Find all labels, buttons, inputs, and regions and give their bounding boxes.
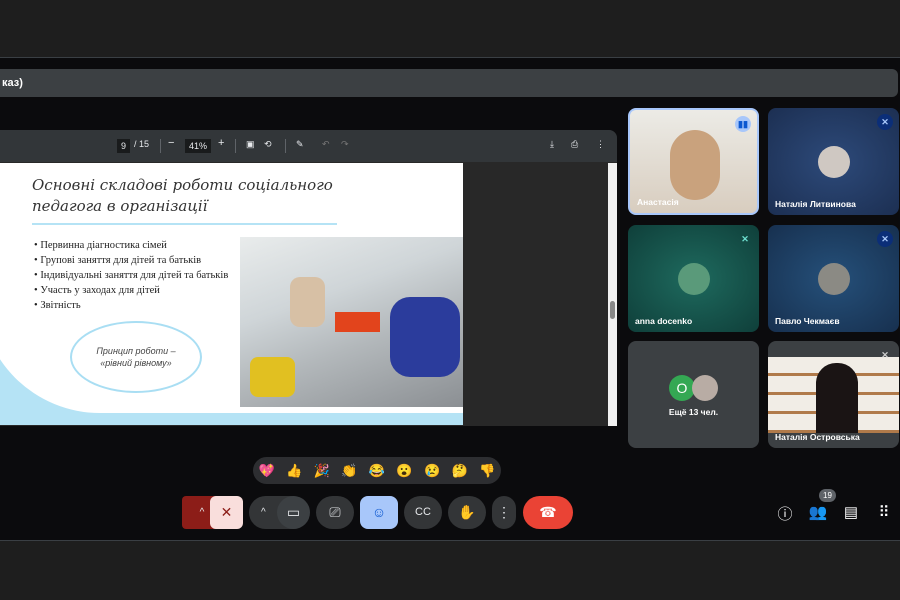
participant-name: Наталія Островська [775, 432, 860, 442]
mic-off-icon: ✕ [881, 350, 889, 360]
emoji-button[interactable]: ☺ [360, 496, 398, 529]
zoom-in-button[interactable]: + [218, 137, 224, 149]
reaction-sad[interactable]: 😢 [424, 463, 440, 479]
reaction-thumbs-down[interactable]: 👎 [479, 463, 495, 479]
redo-icon[interactable]: ↷ [341, 139, 349, 150]
participant-name: Павло Чекмаєв [775, 316, 840, 326]
download-icon[interactable]: ⤓ [550, 139, 554, 150]
video-person [816, 363, 858, 433]
page-input[interactable]: 9 [117, 139, 131, 153]
reaction-laugh[interactable]: 😂 [369, 463, 385, 479]
oval-text: Принцип роботи – [96, 346, 176, 356]
others-count: Ещё 13 чел. [668, 407, 719, 417]
reaction-thinking[interactable]: 🤔 [452, 463, 468, 479]
pdf-viewer: 9 / 15 − 41% + ▣ ⟲ ✎ ↶ ↷ ⤓ ⎙ ⋮ Основні с… [0, 130, 617, 426]
reaction-surprised[interactable]: 😮 [396, 463, 412, 479]
chat-icon[interactable]: ▤ [841, 503, 861, 521]
reaction-clap[interactable]: 👏 [341, 463, 357, 479]
presentation-title: каз) [0, 69, 898, 97]
bullet-item: Групові заняття для дітей та батьків [34, 253, 228, 268]
participant-tile[interactable]: ▮▮ Анастасія [628, 108, 759, 215]
people-icon[interactable]: 👥 [808, 503, 828, 521]
more-icon[interactable]: ⋮ [596, 139, 605, 150]
reaction-thumbs-up[interactable]: 👍 [286, 463, 302, 479]
participant-name: anna docenko [635, 316, 693, 326]
participant-tile[interactable]: ✕ Наталія Островська [768, 341, 899, 448]
slide: Основні складові роботи соціального педаг… [0, 163, 463, 425]
slide-title: Основні складові роботи соціального педаг… [32, 175, 333, 217]
annotate-icon[interactable]: ✎ [296, 139, 304, 150]
avatar [817, 262, 850, 295]
pdf-toolbar: 9 / 15 − 41% + ▣ ⟲ ✎ ↶ ↷ ⤓ ⎙ ⋮ [0, 130, 617, 162]
participant-name: Наталія Литвинова [775, 199, 856, 209]
page-total: / 15 [134, 139, 150, 149]
reaction-heart[interactable]: 💖 [259, 463, 275, 479]
participant-tile[interactable]: ✕ anna docenko [628, 225, 759, 332]
zoom-input[interactable]: 41% [185, 139, 212, 153]
camera-button[interactable]: ▭ [277, 496, 310, 529]
title-line: педагога в організації [32, 197, 208, 215]
print-icon[interactable]: ⎙ [571, 139, 578, 150]
divider [160, 139, 161, 153]
participant-tile[interactable]: ✕ Павло Чекмаєв [768, 225, 899, 332]
end-call-button[interactable]: ☎ [523, 496, 573, 529]
participant-name: Анастасія [637, 197, 679, 207]
participant-count-badge: 19 [819, 489, 836, 502]
avatar [692, 375, 718, 401]
bullet-item: Первинна діагностика сімей [34, 238, 228, 253]
info-icon[interactable]: ⓘ [775, 503, 795, 524]
more-options-button[interactable]: ⋮ [492, 496, 516, 529]
scrollbar[interactable] [608, 163, 617, 426]
rotate-icon[interactable]: ⟲ [264, 139, 272, 150]
speaking-icon: ▮▮ [735, 116, 751, 132]
participant-tile[interactable]: ✕ Наталія Литвинова [768, 108, 899, 215]
present-button[interactable]: ⎚ [316, 496, 354, 529]
undo-icon[interactable]: ↶ [322, 139, 330, 150]
bullet-item: Участь у заходах для дітей [34, 283, 228, 298]
reaction-party[interactable]: 🎉 [314, 463, 330, 479]
principle-oval: Принцип роботи – «рівний рівному» [70, 321, 202, 393]
divider [235, 139, 236, 153]
bullet-item: Індивідуальні заняття для дітей та батьк… [34, 268, 228, 283]
children-photo [240, 237, 463, 407]
mic-off-icon: ✕ [877, 114, 893, 130]
apps-icon[interactable]: ⠿ [874, 503, 894, 521]
divider [285, 139, 286, 153]
reactions-bar: 💖 👍 🎉 👏 😂 😮 😢 🤔 👎 [253, 457, 501, 484]
oval-text: «рівний рівному» [100, 358, 172, 368]
avatar [817, 145, 850, 178]
title-line: Основні складові роботи соціального [32, 176, 333, 194]
mic-off-icon: ✕ [877, 231, 893, 247]
mic-off-button[interactable]: ✕ [210, 496, 243, 529]
zoom-out-button[interactable]: − [168, 137, 174, 149]
mic-off-icon: ✕ [741, 234, 749, 244]
raise-hand-button[interactable]: ✋ [448, 496, 486, 529]
avatar [677, 262, 710, 295]
fit-page-icon[interactable]: ▣ [246, 139, 255, 150]
captions-button[interactable]: CC [404, 496, 442, 529]
bullet-list: Первинна діагностика сімей Групові занят… [34, 238, 228, 313]
others-tile[interactable]: O Ещё 13 чел. [628, 341, 759, 448]
video-feed [670, 130, 720, 200]
bullet-item: Звітність [34, 298, 228, 313]
title-underline [32, 223, 337, 225]
